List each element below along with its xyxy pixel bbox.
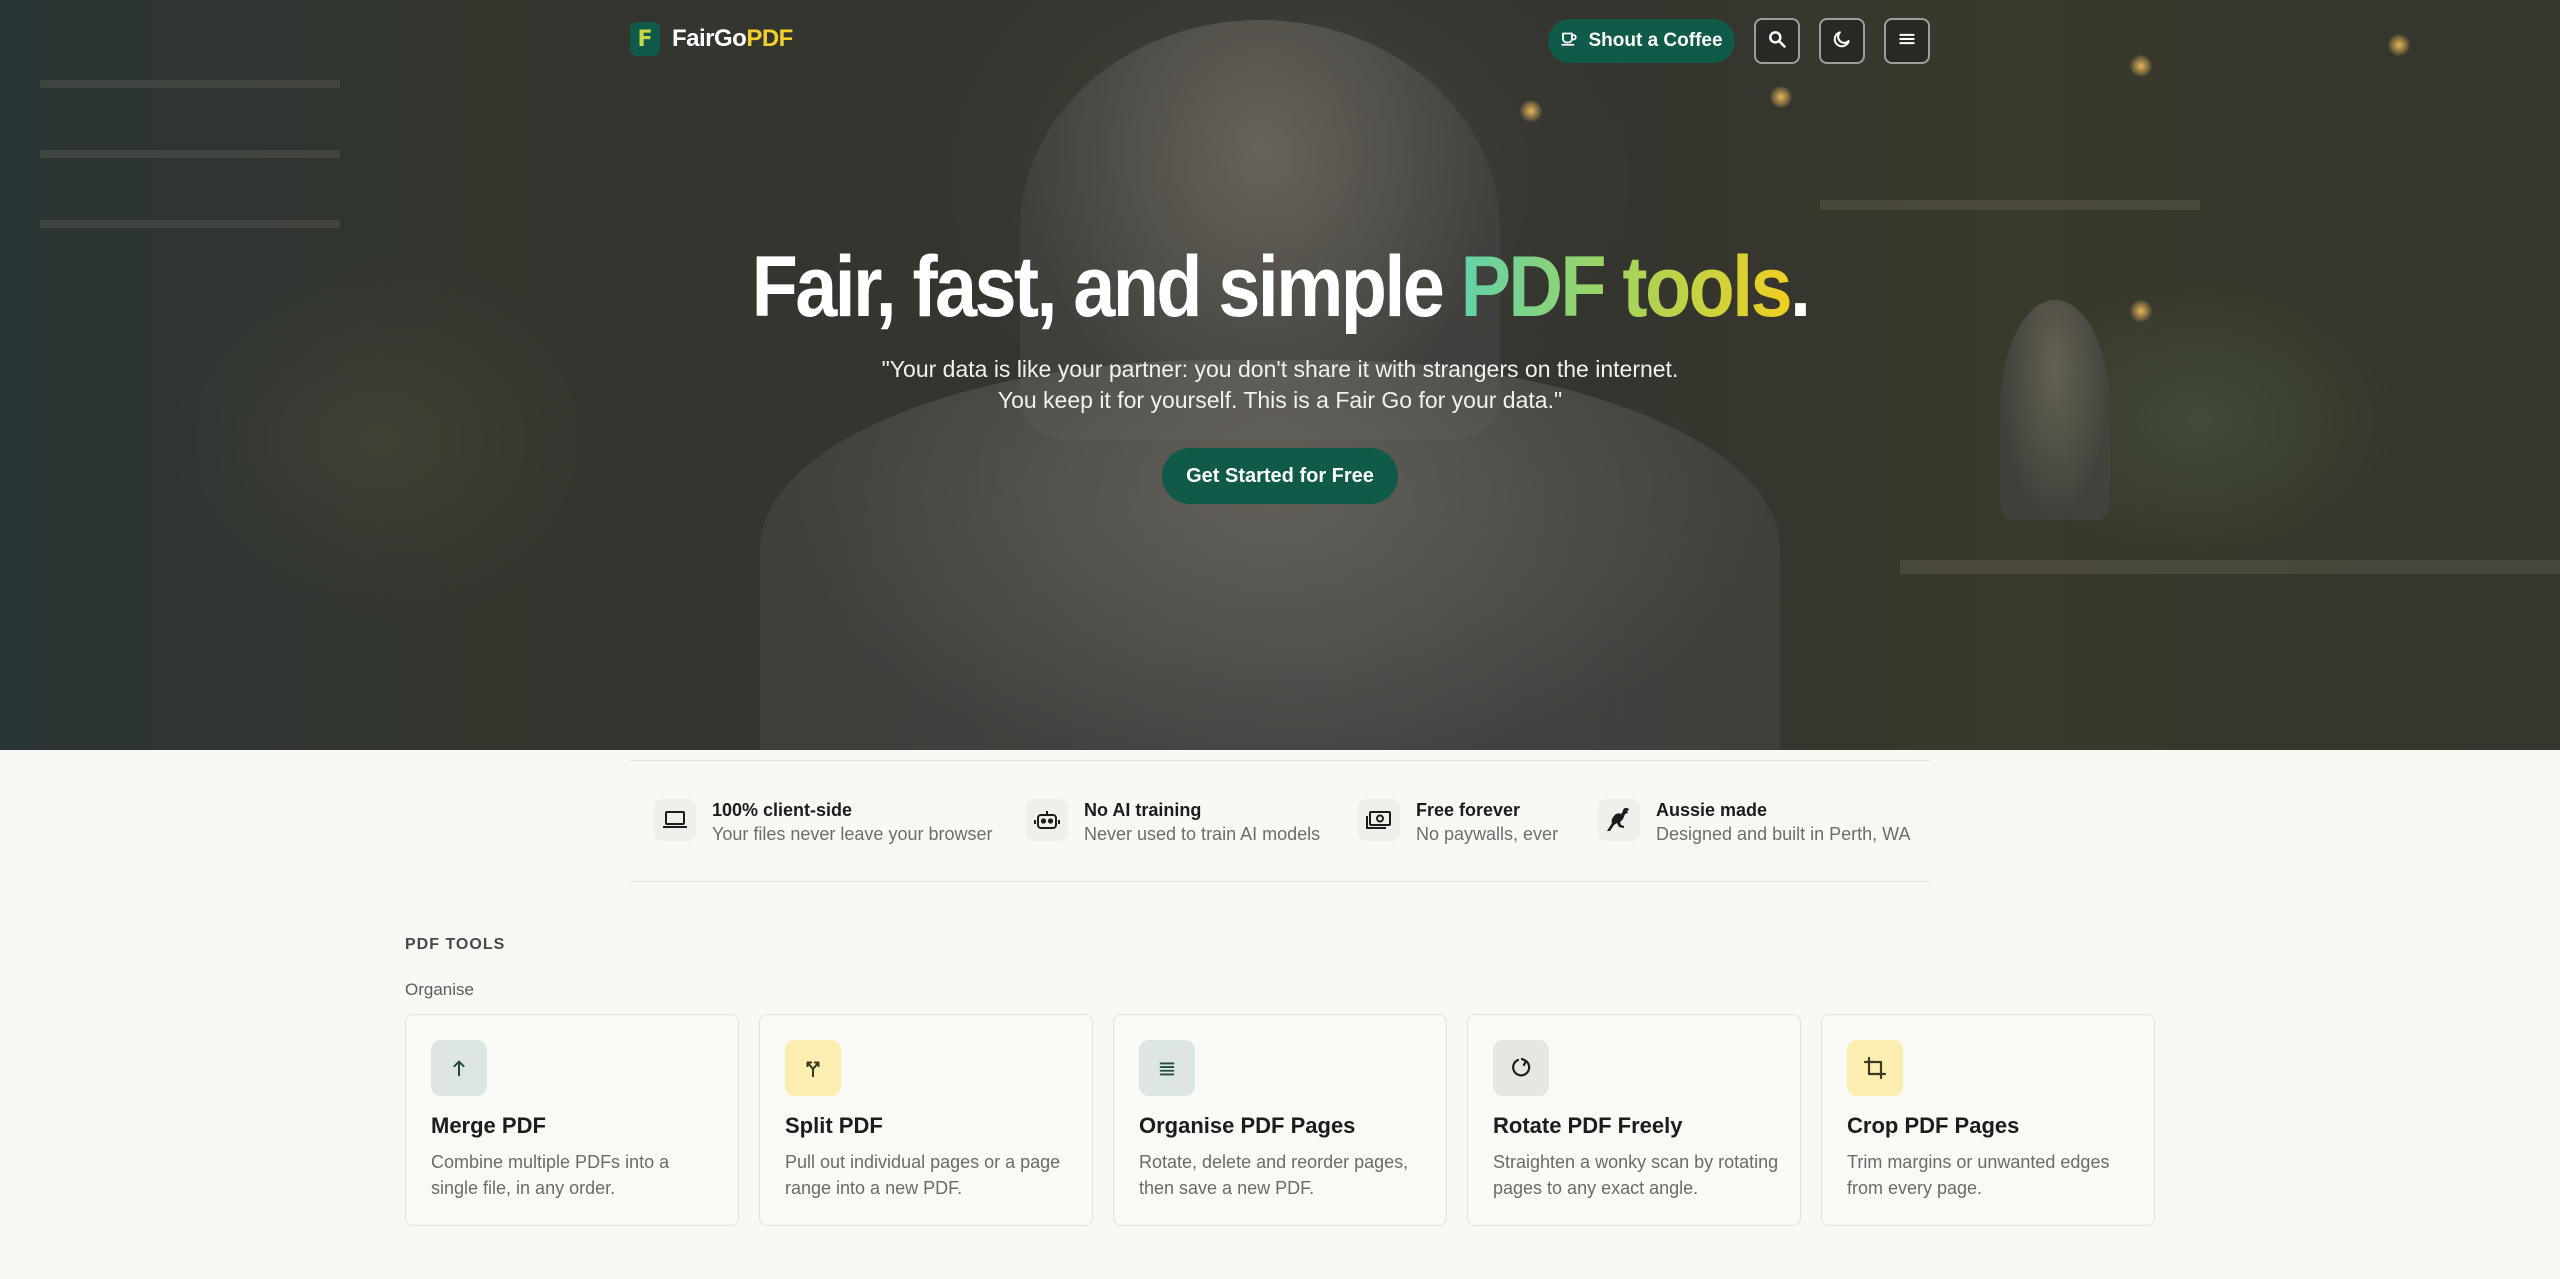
search-button[interactable] [1754,18,1800,64]
tool-card-description: Combine multiple PDFs into a single file… [431,1152,670,1198]
menu-button[interactable] [1884,18,1930,64]
search-icon [1767,29,1787,54]
shout-a-coffee-button[interactable]: Shout a Coffee [1548,19,1735,63]
brand-name-main: FairGo [672,25,747,52]
feature-title: Free forever [1416,800,1521,820]
money-icon [1358,799,1400,841]
feature-subtitle: No paywalls, ever [1416,824,1559,844]
brand-logo-link[interactable]: F FairGoPDF [630,22,793,56]
theme-toggle-button[interactable] [1819,18,1865,64]
tool-card-description: Pull out individual pages or a page rang… [785,1152,1061,1198]
feature-subtitle: Your files never leave your browser [712,824,993,844]
laptop-icon [654,799,696,841]
robot-icon [1026,799,1068,841]
feature-title: Aussie made [1656,800,1768,820]
tool-card-crop-pdf[interactable]: Crop PDF Pages Trim margins or unwanted … [1821,1014,2155,1226]
brand-name-pdf: PDF [746,25,793,52]
top-navigation: F FairGoPDF Shout a Coffee [0,0,2560,80]
tool-card-split-pdf[interactable]: Split PDF Pull out individual pages or a… [759,1014,1093,1226]
tool-card-description: Rotate, delete and reorder pages, then s… [1139,1152,1409,1198]
merge-icon [431,1040,487,1096]
get-started-button[interactable]: Get Started for Free [1162,448,1398,504]
feature-free: Free forever No paywalls, ever [1358,799,1558,847]
hero-quote: "Your data is like your partner: you don… [881,356,1679,413]
tool-card-merge-pdf[interactable]: Merge PDF Combine multiple PDFs into a s… [405,1014,739,1226]
moon-icon [1832,29,1852,54]
feature-aussie: Aussie made Designed and built in Perth,… [1598,799,1910,847]
hamburger-menu-icon [1897,29,1917,54]
feature-subtitle: Designed and built in Perth, WA [1656,824,1911,844]
hero-title-highlight: PDF tools [1460,239,1793,335]
tool-card-title: Crop PDF Pages [1847,1113,2020,1138]
crop-icon [1847,1040,1903,1096]
rotate-icon [1493,1040,1549,1096]
shout-a-coffee-label: Shout a Coffee [1588,30,1723,51]
features-strip: 100% client-side Your files never leave … [630,760,1930,882]
split-icon [785,1040,841,1096]
kangaroo-icon [1598,799,1640,841]
hero-title: Fair, fast, and simple PDF tools. [154,238,2407,337]
tool-card-description: Straighten a wonky scan by rotating page… [1493,1152,1779,1198]
feature-title: 100% client-side [712,800,853,820]
tool-card-title: Rotate PDF Freely [1493,1113,1683,1138]
logo-icon: F [630,22,660,56]
tool-card-title: Organise PDF Pages [1139,1113,1356,1138]
tool-card-description: Trim margins or unwanted edges from ever… [1847,1152,2110,1198]
tool-card-rotate-pdf[interactable]: Rotate PDF Freely Straighten a wonky sca… [1467,1014,1801,1226]
hero-title-main: Fair, fast, and simple [751,239,1461,335]
pdf-tools-heading: PDF TOOLS [405,936,506,953]
tool-card-title: Split PDF [785,1113,883,1138]
coffee-cup-icon [1560,29,1578,53]
feature-client-side: 100% client-side Your files never leave … [654,799,992,847]
feature-no-ai: No AI training Never used to train AI mo… [1026,799,1320,847]
feature-subtitle: Never used to train AI models [1084,824,1321,844]
tool-card-organise-pages[interactable]: Organise PDF Pages Rotate, delete and re… [1113,1014,1447,1226]
list-icon [1139,1040,1195,1096]
hero-title-end: . [1789,239,1811,335]
organise-group-label: Organise [405,980,474,999]
brand-name: FairGoPDF [672,25,793,53]
feature-title: No AI training [1084,800,1202,820]
tool-card-title: Merge PDF [431,1113,546,1138]
